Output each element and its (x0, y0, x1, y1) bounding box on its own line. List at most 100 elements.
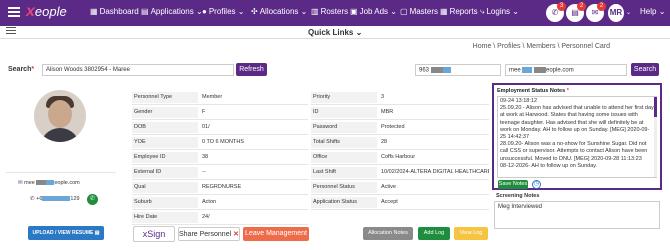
user-menu-chevron[interactable]: ⌄ (626, 9, 631, 16)
row-divider (132, 194, 308, 195)
detail-value: Protected (381, 124, 405, 130)
screening-notes-input[interactable]: Meg Interviewed (494, 201, 660, 229)
user-avatar[interactable]: MR (608, 4, 624, 22)
row-divider (311, 164, 489, 165)
nav-masters[interactable]: ▢ Masters (400, 7, 438, 16)
resume-icon: ▤ (94, 230, 100, 236)
add-log-button[interactable]: Add Log (418, 227, 450, 240)
contact-phone[interactable]: ✆ +6 129 (30, 196, 80, 202)
detail-value: MBR (381, 109, 394, 115)
detail-key: Personnel Type (132, 92, 198, 103)
phone-icon: ✆ (30, 196, 35, 202)
allocations-icon: ✣ (251, 7, 258, 16)
detail-value: 24/ (202, 214, 210, 220)
upload-resume-button[interactable]: UPLOAD / VIEW RESUME ▤ (28, 226, 104, 240)
detail-key: Password (311, 122, 377, 133)
email-search-input[interactable]: mee eople.com (505, 64, 627, 76)
menu-icon[interactable] (8, 7, 20, 18)
row-divider (132, 149, 308, 150)
quick-links-toggle[interactable]: Quick Links ⌄ (308, 28, 362, 37)
detail-value: 28 (381, 139, 388, 145)
row-divider (132, 164, 308, 165)
detail-key: DOB (132, 122, 198, 133)
nav-job-ads[interactable]: ▣ Job Ads ⌄ (350, 7, 397, 16)
nav-applications[interactable]: ▤ Applications ⌄ (141, 7, 203, 16)
chevron-down-icon: ⌄ (237, 7, 245, 16)
contact-email[interactable]: ✉ mee eople.com (18, 180, 80, 186)
breadcrumb[interactable]: Home \ Profiles \ Members \ Personnel Ca… (473, 43, 610, 50)
call-button[interactable]: ✆ (87, 194, 98, 205)
nav-logins[interactable]: ⤷ Logins ⌄ (480, 7, 519, 17)
nav-dashboard[interactable]: ▦ Dashboard (90, 7, 139, 16)
row-divider (311, 104, 489, 105)
leave-management-button[interactable]: Leave Management (243, 227, 309, 241)
chevron-down-icon: ⌄ (390, 7, 397, 16)
history-icon[interactable]: ◷ (532, 180, 541, 189)
profiles-icon: ● (202, 7, 207, 16)
sidebar-toggle-icon[interactable] (6, 27, 16, 36)
phone-icon: ✆ (89, 196, 96, 202)
phone-search-input[interactable]: 963 (415, 64, 501, 76)
notes-scrollbar[interactable] (654, 97, 657, 177)
job-ads-icon: ▣ (350, 7, 358, 16)
row-divider (311, 179, 489, 180)
detail-key: Total Shifts (311, 137, 377, 148)
nav-allocations[interactable]: ✣ Allocations ⌄ (251, 7, 307, 16)
detail-value: 38 (202, 154, 209, 160)
chevron-down-icon: ⌄ (300, 7, 308, 16)
row-divider (311, 119, 489, 120)
row-divider (132, 119, 308, 120)
detail-value: 01/ (202, 124, 210, 130)
profile-photo (34, 90, 86, 142)
detail-key: Qual (132, 182, 198, 193)
notes-textarea[interactable]: 09-24 13:18:12 25.09.20 - Alison has adv… (497, 96, 657, 178)
detail-value: REGRDNURSE (202, 184, 242, 190)
row-divider (311, 209, 489, 210)
quick-links-bar: Quick Links ⌄ (0, 26, 670, 39)
chevron-down-icon: ⌄ (658, 7, 666, 16)
detail-key: ID (311, 107, 377, 118)
detail-key: YOE (132, 137, 198, 148)
redacted-block (36, 180, 47, 186)
search-button[interactable]: Search (631, 63, 659, 76)
phone-badge: 3 (557, 2, 566, 11)
detail-key: External ID (132, 167, 198, 178)
row-divider (311, 194, 489, 195)
redacted-block (534, 67, 547, 73)
search-input[interactable]: Alison Woods 3802954 - Maree (42, 64, 234, 76)
allocation-notes-button[interactable]: Allocation Notes (363, 227, 413, 240)
detail-value: Member (202, 94, 223, 100)
chat-badge: 2 (597, 2, 606, 11)
refresh-button[interactable]: Refresh (236, 63, 267, 76)
applications-icon: ▤ (141, 7, 149, 16)
detail-key: Hire Date (132, 212, 198, 223)
detail-key: Gender (132, 107, 198, 118)
detail-value: 3 (381, 94, 385, 100)
view-log-button[interactable]: View Log (454, 227, 488, 240)
row-divider (132, 179, 308, 180)
save-notes-button[interactable]: Save Notes (498, 180, 528, 189)
detail-key: Application Status (311, 197, 377, 208)
detail-value: 10/02/2024-ALTERA DIGITAL HEALTHCARE (381, 169, 489, 175)
share-x-icon: ✕ (233, 231, 239, 238)
detail-value: Accept (381, 199, 398, 205)
nav-reports[interactable]: ▦ Reports (440, 7, 478, 16)
help-menu[interactable]: Help ⌄ (640, 7, 665, 16)
detail-key: Personnel Status (311, 182, 377, 193)
row-divider (311, 134, 489, 135)
rosters-icon: ▥ (311, 7, 319, 16)
detail-value: Active (381, 184, 396, 190)
screening-notes-label: Screening Notes (496, 193, 540, 199)
xsign-button[interactable]: xSign (133, 226, 175, 242)
logins-icon: ⤷ (480, 7, 485, 16)
reports-icon: ▦ (440, 7, 448, 16)
detail-value: F (202, 109, 206, 115)
email-icon: ✉ (18, 180, 23, 186)
row-divider (311, 149, 489, 150)
chevron-down-icon: ⌄ (512, 7, 519, 16)
nav-rosters[interactable]: ▥ Rosters (311, 7, 348, 16)
nav-profiles[interactable]: ● Profiles ⌄ (202, 7, 244, 16)
redacted-block (430, 67, 443, 73)
share-personnel-button[interactable]: Share Personnel ✕ (178, 227, 240, 241)
logo[interactable]: xeople (26, 3, 67, 23)
